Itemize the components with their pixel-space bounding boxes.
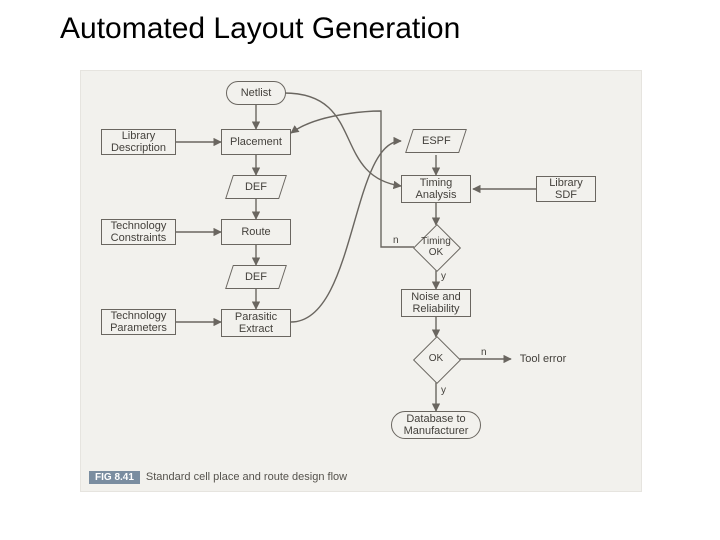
node-library-description: Library Description <box>101 129 176 155</box>
label: DEF <box>245 181 267 193</box>
page-title: Automated Layout Generation <box>60 12 460 46</box>
node-technology-constraints: Technology Constraints <box>101 219 176 245</box>
edge-label-timing-ok-n: n <box>393 235 399 246</box>
node-parasitic-extract: Parasitic Extract <box>221 309 291 337</box>
node-noise-reliability: Noise and Reliability <box>401 289 471 317</box>
label: Route <box>241 226 270 238</box>
label: ESPF <box>422 135 451 147</box>
node-ok: OK <box>414 337 458 381</box>
label: Database to Manufacturer <box>392 413 480 437</box>
figure-caption: FIG 8.41 Standard cell place and route de… <box>89 471 347 483</box>
label: Technology Constraints <box>102 220 175 244</box>
edge-label-timing-ok-y: y <box>441 271 446 282</box>
node-netlist: Netlist <box>226 81 286 105</box>
node-route: Route <box>221 219 291 245</box>
node-database-to-manufacturer: Database to Manufacturer <box>391 411 481 439</box>
figure-caption-text: Standard cell place and route design flo… <box>146 471 347 483</box>
label: Noise and Reliability <box>402 291 470 315</box>
label: Netlist <box>241 87 272 99</box>
node-espf: ESPF <box>405 129 467 153</box>
edge-label-ok-n: n <box>481 347 487 358</box>
node-timing-analysis: Timing Analysis <box>401 175 471 203</box>
node-technology-parameters: Technology Parameters <box>101 309 176 335</box>
edge-label-ok-y: y <box>441 385 446 396</box>
node-placement: Placement <box>221 129 291 155</box>
node-def-1: DEF <box>225 175 287 199</box>
node-library-sdf: Library SDF <box>536 176 596 202</box>
flowchart-diagram: Library Description Technology Constrain… <box>80 70 642 492</box>
node-def-2: DEF <box>225 265 287 289</box>
label: Timing Analysis <box>402 177 470 201</box>
node-timing-ok: Timing OK <box>414 225 458 269</box>
node-tool-error: Tool error <box>513 353 573 365</box>
label: Placement <box>230 136 282 148</box>
label: Parasitic Extract <box>222 311 290 335</box>
label: DEF <box>245 271 267 283</box>
label: Library Description <box>102 130 175 154</box>
label: Technology Parameters <box>102 310 175 334</box>
figure-tag: FIG 8.41 <box>89 471 140 484</box>
label: Library SDF <box>537 177 595 201</box>
